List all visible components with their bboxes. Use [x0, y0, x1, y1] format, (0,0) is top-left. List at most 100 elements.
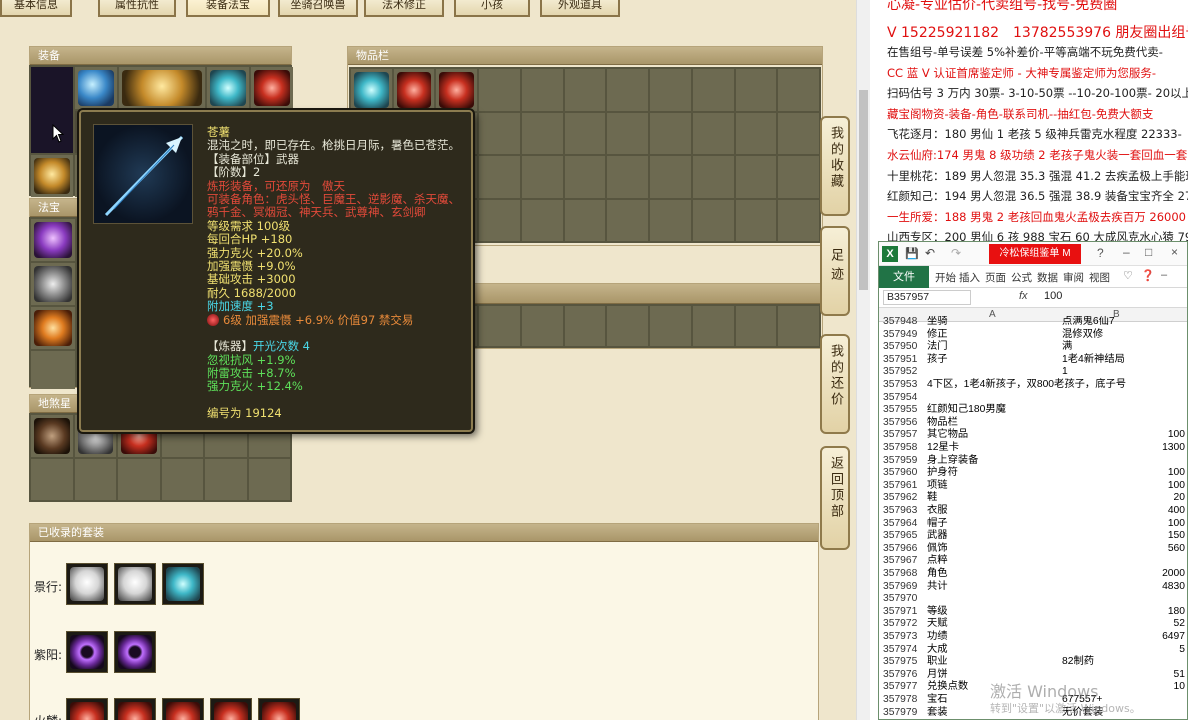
cell-a[interactable]: 武器	[927, 530, 948, 543]
item-slot[interactable]	[650, 199, 691, 241]
row-number[interactable]: 357959	[883, 455, 917, 468]
sheet-row[interactable]: 357953 4下区，1老4新孩子，双800老孩子，底子号	[879, 379, 1187, 392]
tab-child[interactable]: 小孩	[454, 0, 530, 17]
cell-a[interactable]: 12星卡	[927, 442, 959, 455]
formula-input[interactable]: 100	[1044, 290, 1062, 302]
cell-a[interactable]: 修正	[927, 329, 948, 342]
item-slot[interactable]	[692, 69, 734, 111]
minimize-icon[interactable]: –	[1123, 245, 1130, 259]
cell-value[interactable]: 400	[1168, 505, 1185, 518]
row-number[interactable]: 357968	[883, 568, 917, 581]
row-number[interactable]: 357964	[883, 518, 917, 531]
item-slot[interactable]	[564, 306, 606, 346]
item-slot[interactable]	[735, 69, 777, 111]
sheet-row[interactable]: 357949 修正 混修双修	[879, 329, 1187, 342]
cell-value[interactable]: 51	[1174, 669, 1185, 682]
item-slot[interactable]	[778, 306, 819, 346]
equip-slot[interactable]	[207, 67, 249, 109]
cell-b[interactable]: 混修双修	[1062, 329, 1103, 342]
row-number[interactable]: 357979	[883, 707, 917, 719]
cell-a[interactable]: 4下区，1老4新孩子，双800老孩子，底子号	[927, 379, 1126, 392]
equip-slot[interactable]	[119, 67, 205, 109]
row-number[interactable]: 357962	[883, 492, 917, 505]
help-icon[interactable]: ?	[1097, 246, 1104, 260]
cell-a[interactable]: 坐骑	[927, 316, 948, 329]
cell-value[interactable]: 4830	[1162, 581, 1185, 594]
sheet-row[interactable]: 357971 等级 180	[879, 606, 1187, 619]
suit-item[interactable]	[258, 698, 300, 720]
cell-a[interactable]: 鞋	[927, 492, 937, 505]
row-number[interactable]: 357977	[883, 681, 917, 694]
cell-a[interactable]: 帽子	[927, 518, 948, 531]
equip-slot[interactable]	[251, 67, 293, 109]
sheet-row[interactable]: 357974 大成 5	[879, 644, 1187, 657]
sheet-row[interactable]: 357957 其它物品 100	[879, 429, 1187, 442]
sheet-row[interactable]: 357973 功绩 6497	[879, 631, 1187, 644]
item-slot[interactable]	[778, 112, 819, 154]
item-slot[interactable]	[778, 69, 819, 111]
sheet-row[interactable]: 357955 红颜知己180男魔	[879, 404, 1187, 417]
lightbulb-icon[interactable]: ♡	[1123, 269, 1133, 282]
cell-a[interactable]: 大成	[927, 644, 948, 657]
row-number[interactable]: 357960	[883, 467, 917, 480]
redo-icon[interactable]: ↷	[951, 246, 961, 260]
cell-value[interactable]: 52	[1174, 618, 1185, 631]
file-tab[interactable]: 文件	[879, 266, 929, 288]
suit-item[interactable]	[162, 698, 204, 720]
row-number[interactable]: 357969	[883, 581, 917, 594]
my-favorites-button[interactable]: 我的收藏	[820, 116, 850, 216]
cell-value[interactable]: 150	[1168, 530, 1185, 543]
tab-review[interactable]: 审阅	[1063, 270, 1084, 285]
sheet-row[interactable]: 357948 坐骑 点满鬼6仙7	[879, 316, 1187, 329]
item-slot[interactable]	[479, 156, 520, 198]
earth-slot[interactable]	[31, 415, 73, 457]
row-number[interactable]: 357973	[883, 631, 917, 644]
item-slot[interactable]	[692, 112, 734, 154]
item-slot[interactable]	[479, 306, 520, 346]
cell-b[interactable]: 82制药	[1062, 656, 1094, 669]
name-box[interactable]: B357957	[883, 290, 971, 305]
tab-equipment[interactable]: 装备法宝	[186, 0, 270, 17]
item-slot[interactable]	[735, 199, 777, 241]
tab-appearance[interactable]: 外观道具	[540, 0, 620, 17]
row-number[interactable]: 357975	[883, 656, 917, 669]
cell-a[interactable]: 孩子	[927, 354, 948, 367]
my-offer-button[interactable]: 我的还价	[820, 334, 850, 434]
item-slot[interactable]	[564, 199, 606, 241]
item-slot[interactable]	[607, 199, 649, 241]
equip-slot[interactable]	[75, 67, 117, 109]
suit-item[interactable]	[66, 698, 108, 720]
fabao-slot[interactable]	[31, 263, 75, 305]
item-slot[interactable]	[650, 112, 691, 154]
cell-value[interactable]: 100	[1168, 429, 1185, 442]
item-slot[interactable]	[564, 156, 606, 198]
equip-slot[interactable]	[31, 155, 73, 197]
tab-insert[interactable]: 插入	[959, 270, 980, 285]
sheet-row[interactable]: 357954	[879, 392, 1187, 405]
cell-a[interactable]: 天赋	[927, 618, 948, 631]
sheet-grid[interactable]: 357948 坐骑 点满鬼6仙7 357949 修正 混修双修 357950 法门满 35795…	[879, 316, 1187, 719]
sheet-row[interactable]: 357968 角色 2000	[879, 568, 1187, 581]
earth-slot[interactable]	[118, 459, 160, 500]
sheet-row[interactable]: 357962 鞋 20	[879, 492, 1187, 505]
item-slot[interactable]	[351, 69, 392, 111]
cell-value[interactable]: 20	[1174, 492, 1185, 505]
tab-formulas[interactable]: 公式	[1011, 270, 1032, 285]
cell-b[interactable]: 满	[1062, 341, 1072, 354]
cell-value[interactable]: 100	[1168, 467, 1185, 480]
suit-item[interactable]	[210, 698, 252, 720]
tab-attributes[interactable]: 属性抗性	[98, 0, 176, 17]
undo-icon[interactable]: ↶	[925, 246, 935, 260]
maximize-icon[interactable]: □	[1145, 245, 1152, 259]
cell-value[interactable]: 100	[1168, 518, 1185, 531]
cell-b[interactable]: 1老4新神结局	[1062, 354, 1125, 367]
sheet-row[interactable]: 357964 帽子 100	[879, 518, 1187, 531]
sheet-row[interactable]: 357960 护身符 100	[879, 467, 1187, 480]
help-circle-icon[interactable]: ❓	[1141, 269, 1155, 282]
earth-slot[interactable]	[205, 459, 247, 500]
fabao-slot[interactable]	[31, 219, 75, 261]
item-slot[interactable]	[778, 199, 819, 241]
row-number[interactable]: 357961	[883, 480, 917, 493]
tab-spell-correction[interactable]: 法术修正	[364, 0, 444, 17]
item-slot[interactable]	[650, 69, 691, 111]
